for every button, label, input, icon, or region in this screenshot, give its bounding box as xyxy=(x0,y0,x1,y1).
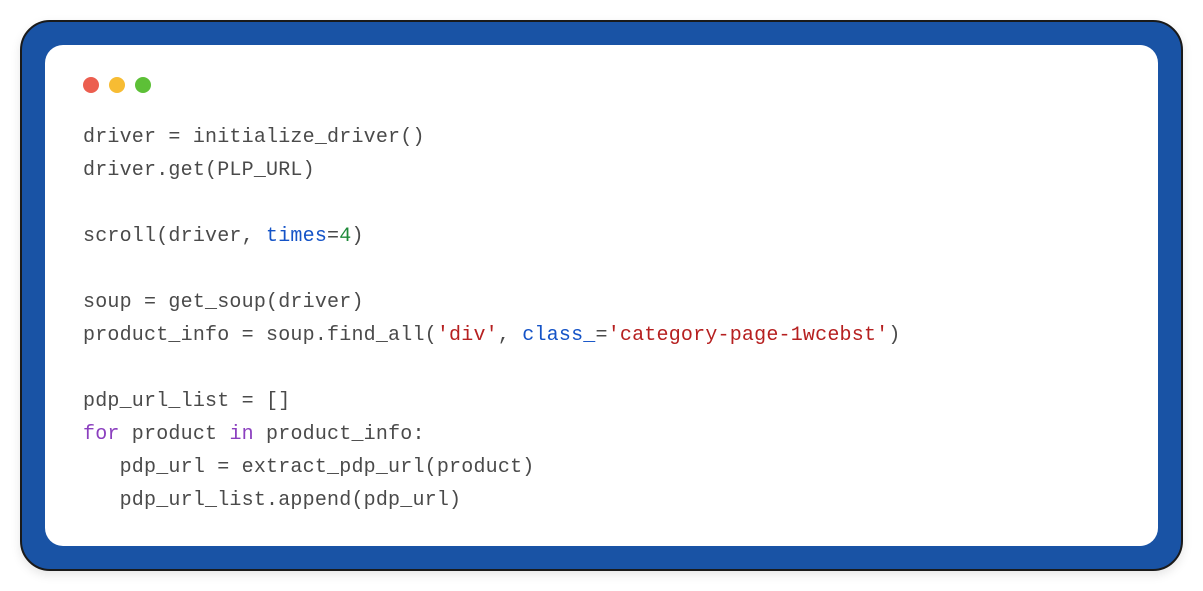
code-line: soup = get_soup(driver) xyxy=(83,291,364,314)
code-text: = xyxy=(596,324,608,347)
code-line: pdp_url = extract_pdp_url(product) xyxy=(83,456,534,479)
code-keyword: in xyxy=(229,423,253,446)
code-line: product_info = soup.find_all('div', clas… xyxy=(83,324,901,347)
maximize-icon[interactable] xyxy=(135,77,151,93)
code-text: scroll(driver, xyxy=(83,225,266,248)
code-line: driver.get(PLP_URL) xyxy=(83,159,315,182)
code-number: 4 xyxy=(339,225,351,248)
code-string: 'category-page-1wcebst' xyxy=(608,324,889,347)
code-block: driver = initialize_driver() driver.get(… xyxy=(83,121,1120,517)
code-text: ) xyxy=(888,324,900,347)
code-text: product_info: xyxy=(254,423,425,446)
window-controls xyxy=(83,77,1120,93)
code-line: for product in product_info: xyxy=(83,423,425,446)
code-text: , xyxy=(498,324,522,347)
close-icon[interactable] xyxy=(83,77,99,93)
code-named-arg: times xyxy=(266,225,327,248)
code-keyword: for xyxy=(83,423,120,446)
code-line: pdp_url_list.append(pdp_url) xyxy=(83,489,461,512)
code-window-inner: driver = initialize_driver() driver.get(… xyxy=(45,45,1158,546)
code-line: scroll(driver, times=4) xyxy=(83,225,364,248)
code-window-frame: driver = initialize_driver() driver.get(… xyxy=(20,20,1183,571)
code-text: ) xyxy=(351,225,363,248)
code-named-arg: class_ xyxy=(522,324,595,347)
minimize-icon[interactable] xyxy=(109,77,125,93)
code-line: pdp_url_list = [] xyxy=(83,390,290,413)
code-line: driver = initialize_driver() xyxy=(83,126,425,149)
code-text: product xyxy=(120,423,230,446)
code-text: = xyxy=(327,225,339,248)
code-text: product_info = soup.find_all( xyxy=(83,324,437,347)
code-string: 'div' xyxy=(437,324,498,347)
